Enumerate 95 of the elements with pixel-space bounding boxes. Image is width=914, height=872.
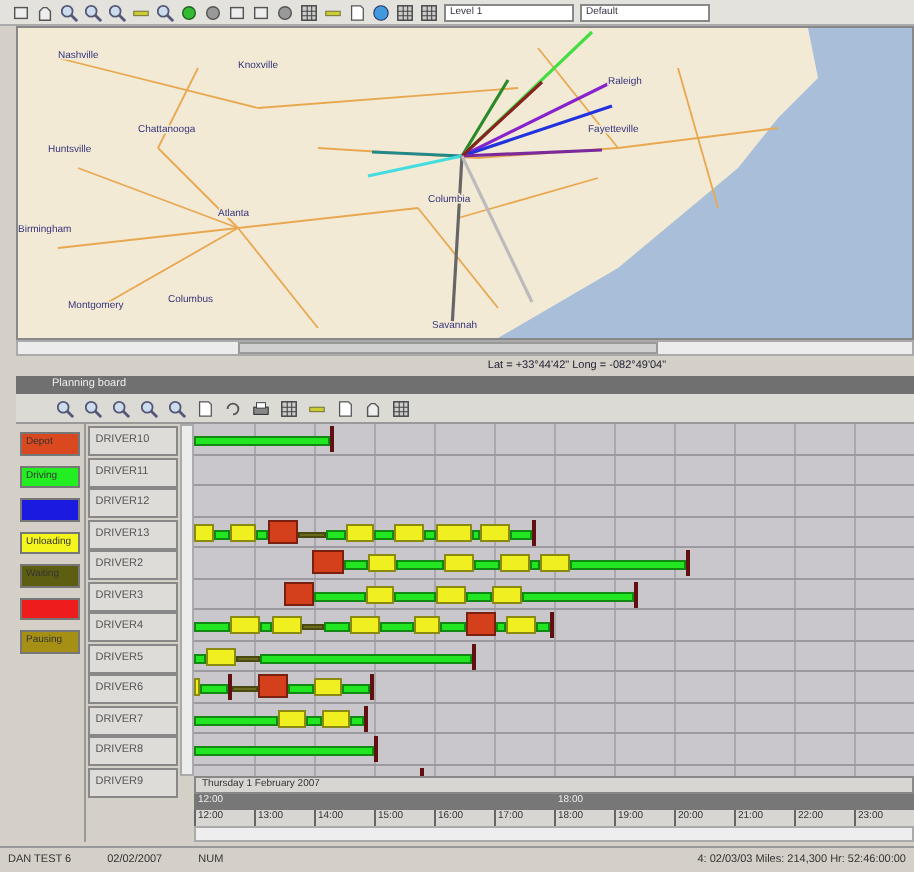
- driving-bar[interactable]: [474, 560, 500, 570]
- page-icon[interactable]: [336, 399, 354, 417]
- driving-bar[interactable]: [306, 715, 322, 725]
- grid-icon[interactable]: [392, 399, 410, 417]
- circle-icon[interactable]: [204, 3, 222, 21]
- globe-icon[interactable]: [372, 3, 390, 21]
- end-marker[interactable]: [686, 550, 690, 576]
- search-icon[interactable]: [168, 399, 186, 417]
- unloading-block[interactable]: [314, 678, 342, 696]
- driving-bar[interactable]: [342, 684, 370, 694]
- end-marker[interactable]: [228, 674, 232, 700]
- driving-bar[interactable]: [194, 622, 230, 632]
- driving-bar[interactable]: [256, 529, 268, 539]
- driving-bar[interactable]: [288, 684, 314, 694]
- grid-icon[interactable]: [396, 3, 414, 21]
- horizontal-scrollbar[interactable]: [194, 826, 914, 842]
- end-marker[interactable]: [550, 612, 554, 638]
- driving-bar[interactable]: [466, 591, 492, 601]
- zoom-icon[interactable]: [108, 3, 126, 21]
- unloading-block[interactable]: [492, 585, 522, 603]
- end-marker[interactable]: [532, 519, 536, 545]
- driving-bar[interactable]: [472, 529, 480, 539]
- unloading-block[interactable]: [368, 554, 396, 572]
- unloading-block[interactable]: [500, 554, 530, 572]
- grid-icon[interactable]: [280, 399, 298, 417]
- unloading-block[interactable]: [540, 554, 570, 572]
- zoom-icon[interactable]: [60, 3, 78, 21]
- circle-icon[interactable]: [180, 3, 198, 21]
- driving-bar[interactable]: [380, 622, 414, 632]
- driving-bar[interactable]: [314, 591, 366, 601]
- undo-icon[interactable]: [224, 399, 242, 417]
- unloading-block[interactable]: [272, 616, 302, 634]
- unloading-block[interactable]: [278, 709, 306, 727]
- driving-bar[interactable]: [440, 622, 466, 632]
- waiting-bar[interactable]: [298, 531, 326, 537]
- end-marker[interactable]: [330, 426, 334, 452]
- driving-bar[interactable]: [530, 560, 540, 570]
- zoom-icon[interactable]: [56, 399, 74, 417]
- zoom-icon[interactable]: [84, 399, 102, 417]
- unloading-block[interactable]: [230, 523, 256, 541]
- page-icon[interactable]: [348, 3, 366, 21]
- driving-bar[interactable]: [194, 436, 330, 446]
- unloading-block[interactable]: [366, 585, 394, 603]
- driving-bar[interactable]: [536, 622, 550, 632]
- driving-bar[interactable]: [570, 560, 686, 570]
- grid-icon[interactable]: [300, 3, 318, 21]
- unloading-block[interactable]: [194, 678, 200, 696]
- unloading-block[interactable]: [506, 616, 536, 634]
- circle-icon[interactable]: [276, 3, 294, 21]
- driving-bar[interactable]: [200, 684, 228, 694]
- select-icon[interactable]: [12, 3, 30, 21]
- unloading-block[interactable]: [322, 709, 350, 727]
- unloading-block[interactable]: [350, 616, 380, 634]
- unloading-block[interactable]: [230, 616, 260, 634]
- unloading-block[interactable]: [414, 616, 440, 634]
- search-icon[interactable]: [156, 3, 174, 21]
- unloading-block[interactable]: [436, 585, 466, 603]
- driving-bar[interactable]: [496, 622, 506, 632]
- vertical-scrollbar[interactable]: [179, 424, 194, 776]
- driving-bar[interactable]: [324, 622, 350, 632]
- end-marker[interactable]: [364, 705, 368, 731]
- waiting-bar[interactable]: [236, 655, 260, 661]
- zoom-icon[interactable]: [112, 399, 130, 417]
- unloading-block[interactable]: [346, 523, 374, 541]
- end-marker[interactable]: [634, 581, 638, 607]
- unloading-block[interactable]: [394, 523, 424, 541]
- legend-item[interactable]: [20, 597, 80, 620]
- page-icon[interactable]: [196, 399, 214, 417]
- end-marker[interactable]: [472, 643, 476, 669]
- driving-bar[interactable]: [194, 746, 374, 756]
- unloading-block[interactable]: [480, 523, 510, 541]
- driving-bar[interactable]: [344, 560, 368, 570]
- unloading-block[interactable]: [206, 647, 236, 665]
- unloading-block[interactable]: [436, 523, 472, 541]
- zoom-icon[interactable]: [140, 399, 158, 417]
- depot-block[interactable]: [284, 581, 314, 605]
- driving-bar[interactable]: [396, 560, 444, 570]
- grid-icon[interactable]: [420, 3, 438, 21]
- legend-item[interactable]: [20, 498, 80, 521]
- driving-bar[interactable]: [194, 653, 206, 663]
- depot-block[interactable]: [268, 519, 298, 543]
- unloading-block[interactable]: [444, 554, 474, 572]
- end-marker[interactable]: [374, 736, 378, 762]
- driving-bar[interactable]: [394, 591, 436, 601]
- horizontal-scrollbar[interactable]: [16, 340, 914, 356]
- unloading-block[interactable]: [194, 523, 214, 541]
- driving-bar[interactable]: [424, 529, 436, 539]
- driving-bar[interactable]: [260, 622, 272, 632]
- end-marker[interactable]: [370, 674, 374, 700]
- driving-bar[interactable]: [214, 529, 230, 539]
- driving-bar[interactable]: [374, 529, 394, 539]
- driving-bar[interactable]: [326, 529, 346, 539]
- printer-icon[interactable]: [252, 399, 270, 417]
- driving-bar[interactable]: [194, 715, 278, 725]
- zoom-icon[interactable]: [84, 3, 102, 21]
